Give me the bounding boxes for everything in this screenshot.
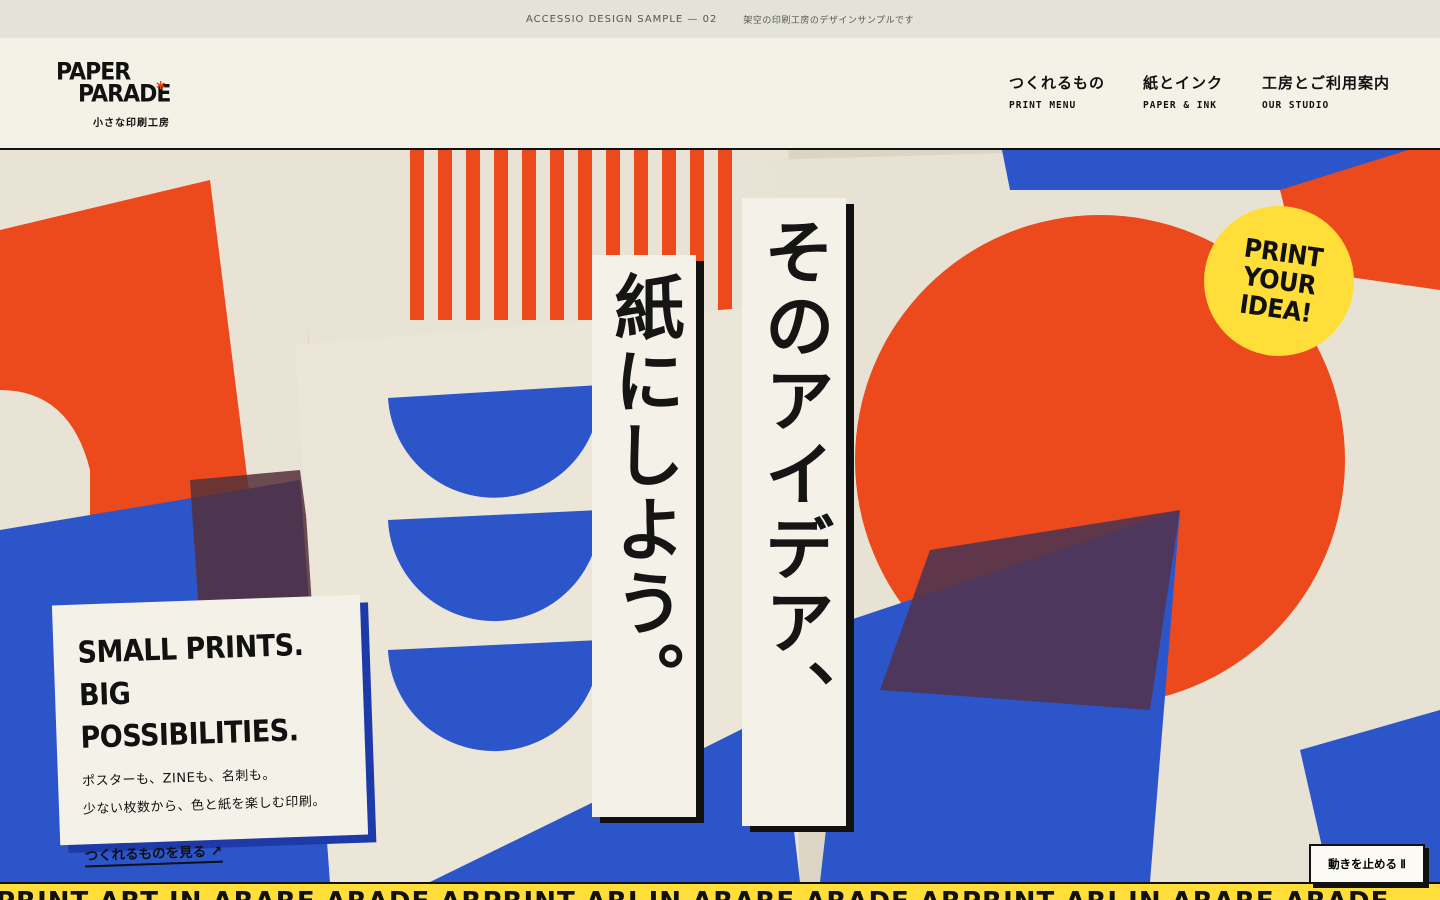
card-heading: SMALL PRINTS. BIG POSSIBILITIES.: [77, 624, 341, 761]
headline-vertical-1: そのアイデア、: [742, 198, 846, 826]
site-header: PAPER PARADE * 小さな印刷工房 つくれるもの PRINT MENU…: [0, 38, 1440, 150]
nav-label-en: PAPER & INK: [1143, 100, 1217, 111]
nav-item-our-studio[interactable]: 工房とご利用案内 OUR STUDIO: [1262, 72, 1390, 111]
asterisk-icon: *: [156, 78, 166, 99]
nav-label-jp: つくれるもの: [1009, 74, 1106, 92]
nav-label-jp: 工房とご利用案内: [1262, 74, 1391, 92]
headline-text-1: そのアイデア、: [753, 216, 835, 734]
headline-text-2: 紙にしよう。: [603, 271, 685, 715]
top-announcement-bar: ACCESSIO DESIGN SAMPLE — 02 架空の印刷工房のデザイン…: [0, 0, 1440, 38]
hero-section: そのアイデア、 紙にしよう。 PRINT YOUR IDEA! SMALL PR…: [0, 150, 1440, 882]
nav-item-print-menu[interactable]: つくれるもの PRINT MENU: [1009, 72, 1105, 111]
badge-text: PRINT YOUR IDEA!: [1237, 232, 1325, 329]
print-your-idea-badge: PRINT YOUR IDEA!: [1204, 206, 1354, 356]
sample-label: ACCESSIO DESIGN SAMPLE — 02: [525, 13, 718, 25]
sample-note: 架空の印刷工房のデザインサンプルです: [743, 15, 915, 26]
card-heading-line-2: BIG POSSIBILITIES.: [78, 676, 299, 756]
nav-label-en: OUR STUDIO: [1262, 100, 1330, 111]
nav-item-paper-ink[interactable]: 紙とインク PAPER & INK: [1143, 72, 1223, 111]
see-products-link[interactable]: つくれるものを見る ↗: [84, 839, 223, 868]
nav-label-jp: 紙とインク: [1143, 74, 1224, 92]
headline-vertical-2: 紙にしよう。: [592, 255, 696, 817]
ticker-text: PRINT ART IN ARARE ARADE ARPRINT ARI IN …: [0, 887, 1389, 900]
card-body: ポスターも、ZINEも、名刺も。 少ない枚数から、色と紙を楽しむ印刷。: [82, 759, 344, 824]
nav-label-en: PRINT MENU: [1009, 100, 1077, 111]
site-logo[interactable]: PAPER PARADE * 小さな印刷工房: [56, 60, 186, 132]
pause-animation-button[interactable]: 動きを止める Ⅱ: [1309, 844, 1425, 884]
intro-card: SMALL PRINTS. BIG POSSIBILITIES. ポスターも、Z…: [51, 594, 369, 868]
logo-tagline: 小さな印刷工房: [93, 118, 170, 129]
marquee-ticker: PRINT ART IN ARARE ARADE ARPRINT ARI IN …: [0, 882, 1440, 900]
card-heading-line-1: SMALL PRINTS.: [76, 628, 304, 671]
